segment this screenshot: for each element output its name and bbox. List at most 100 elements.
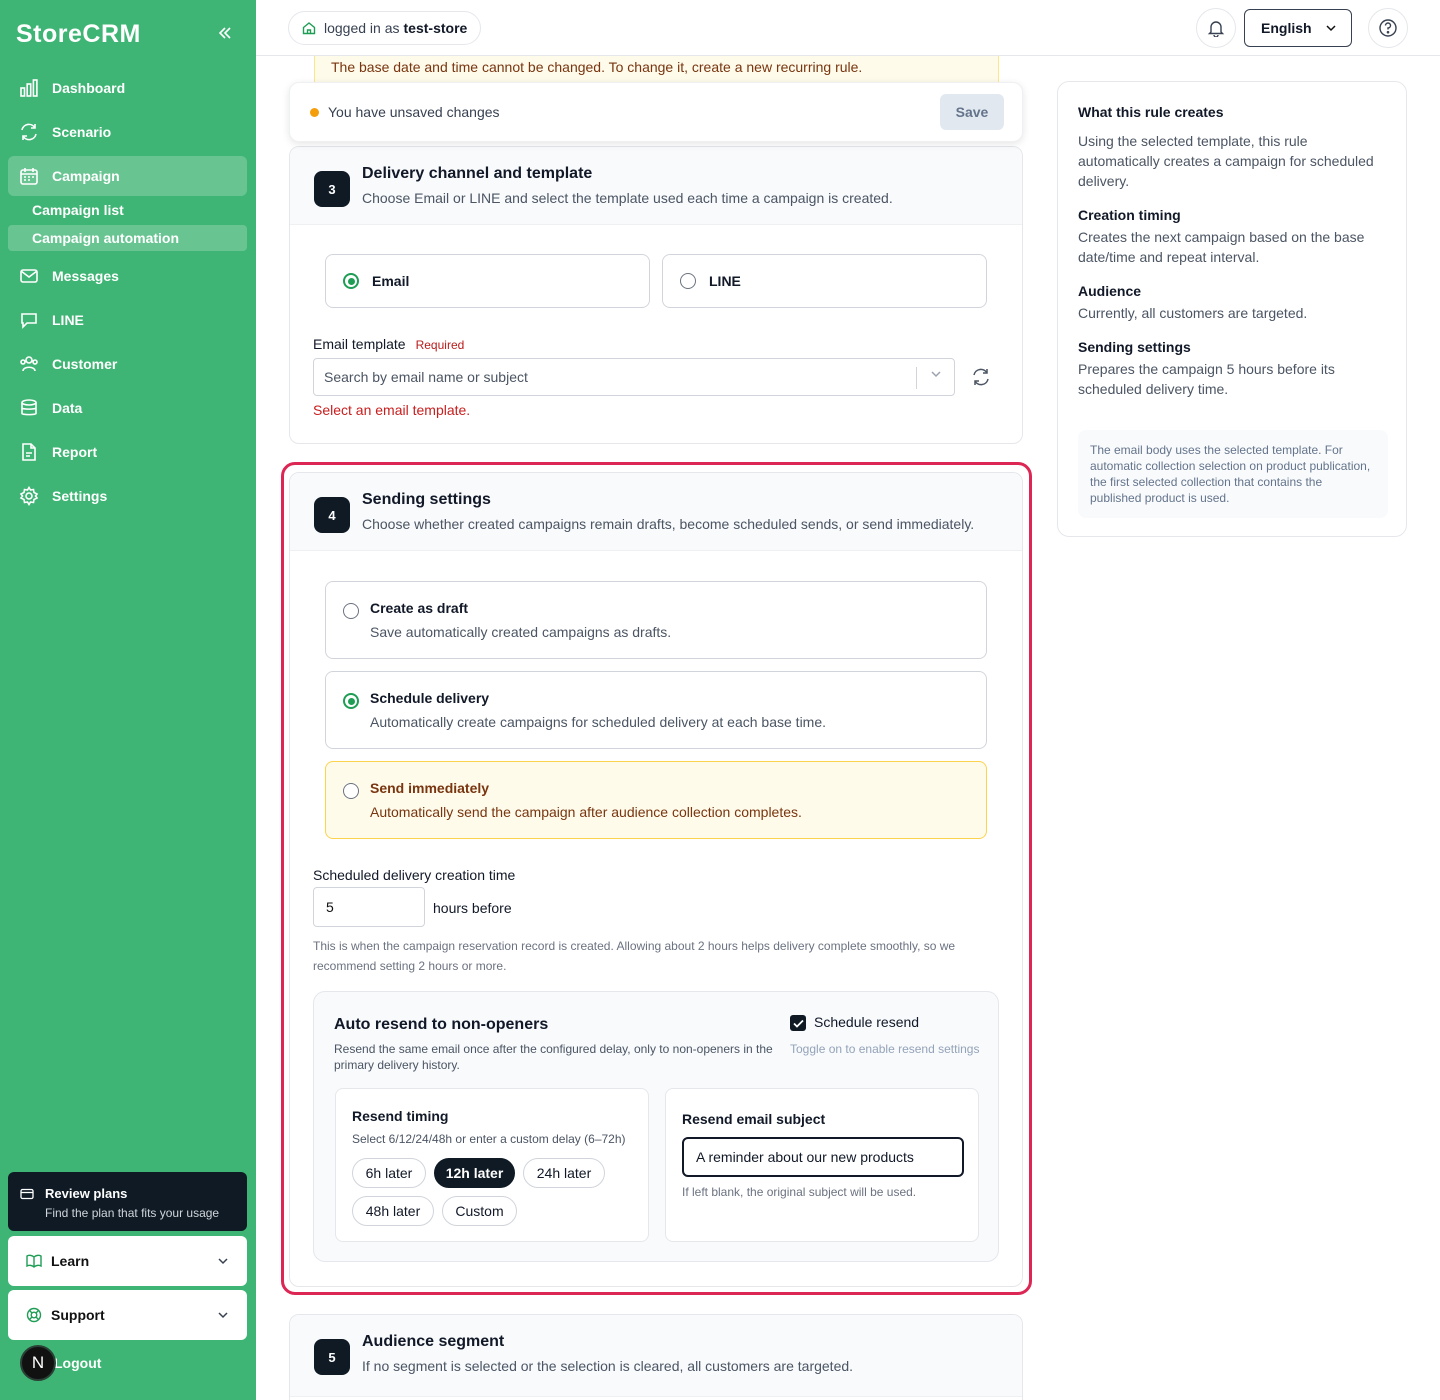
bell-icon: [1207, 21, 1225, 37]
notifications-button[interactable]: [1196, 8, 1236, 48]
help-button[interactable]: [1368, 8, 1408, 48]
resend-timing-desc: Select 6/12/24/48h or enter a custom del…: [352, 1132, 626, 1146]
rule-summary-panel: What this rule creates Using the selecte…: [1057, 81, 1407, 537]
resend-subject-hint: If left blank, the original subject will…: [682, 1185, 917, 1199]
summary-heading: Creation timing: [1078, 207, 1181, 223]
refresh-icon[interactable]: [970, 366, 992, 388]
channel-label: Email: [372, 273, 410, 289]
resend-title: Auto resend to non-openers: [334, 1016, 549, 1033]
resend-subject-card: Resend email subject A reminder about ou…: [665, 1088, 979, 1242]
nav-label: Campaign: [52, 168, 120, 184]
channel-option-email[interactable]: Email: [325, 254, 650, 308]
review-plans-card[interactable]: Review plans Find the plan that fits you…: [8, 1172, 247, 1231]
calendar-icon: [18, 165, 40, 187]
review-plans-subtitle: Find the plan that fits your usage: [45, 1206, 220, 1220]
collapse-sidebar-icon[interactable]: [216, 24, 234, 42]
radio-unselected[interactable]: [343, 783, 359, 799]
resend-desc: Resend the same email once after the con…: [334, 1042, 773, 1072]
creation-hint-line-2: recommend setting 2 hours or more.: [313, 959, 507, 973]
unsaved-changes-bar: You have unsaved changes Save: [289, 82, 1023, 142]
summary-text: Prepares the campaign 5 hours before its…: [1078, 361, 1335, 397]
nav-dashboard[interactable]: Dashboard: [8, 68, 247, 108]
option-title: Send immediately: [370, 780, 490, 796]
bar-chart-icon: [18, 77, 40, 99]
section-subtitle: Choose whether created campaigns remain …: [362, 516, 975, 532]
email-template-label: Email template Required: [313, 336, 464, 352]
nav-label: Dashboard: [52, 80, 126, 96]
gear-icon: [18, 485, 40, 507]
toggle-hint: Toggle on to enable resend settings: [790, 1042, 980, 1056]
subnav-campaign-automation[interactable]: Campaign automation: [8, 225, 247, 251]
base-date-warning: The base date and time cannot be changed…: [314, 56, 999, 84]
chevron-down-icon: [218, 1312, 228, 1319]
nav-messages[interactable]: Messages: [8, 256, 247, 296]
radio-selected[interactable]: [343, 693, 359, 709]
checkmark-icon: [792, 1019, 804, 1028]
nav-data[interactable]: Data: [8, 388, 247, 428]
option-title: Create as draft: [370, 600, 469, 616]
summary-title: What this rule creates: [1078, 104, 1224, 120]
resend-subject-input[interactable]: A reminder about our new products: [682, 1137, 964, 1177]
database-icon: [18, 397, 40, 419]
radio-selected[interactable]: [343, 273, 359, 289]
template-placeholder: Search by email name or subject: [324, 369, 528, 385]
resend-timing-title: Resend timing: [352, 1108, 449, 1124]
creation-time-input[interactable]: 5: [313, 887, 425, 927]
email-template-select[interactable]: Search by email name or subject: [313, 358, 955, 396]
nav-scenario[interactable]: Scenario: [8, 112, 247, 152]
credit-card-icon: [20, 1188, 34, 1199]
language-select[interactable]: English: [1244, 9, 1352, 47]
timing-option-24h[interactable]: 24h later: [523, 1158, 605, 1188]
select-divider: [916, 367, 917, 389]
mail-icon: [18, 265, 40, 287]
section-subtitle: If no segment is selected or the selecti…: [362, 1358, 854, 1374]
schedule-resend-label[interactable]: Schedule resend: [814, 1014, 919, 1030]
refresh-cycle-icon: [18, 121, 40, 143]
support-dropdown[interactable]: Support: [8, 1290, 247, 1340]
sidebar: StoreCRM Dashboard Scenario Campaign Cam…: [0, 0, 256, 1400]
section-header: 3 Delivery channel and template Choose E…: [290, 147, 1022, 225]
step-number: 3: [314, 171, 350, 207]
section-title: Audience segment: [362, 1333, 505, 1350]
schedule-resend-checkbox[interactable]: [790, 1015, 806, 1031]
nav-customer[interactable]: Customer: [8, 344, 247, 384]
chevron-down-icon: [931, 371, 941, 378]
creation-hint-line-1: This is when the campaign reservation re…: [313, 939, 956, 953]
subnav-campaign-list[interactable]: Campaign list: [8, 197, 247, 223]
login-user: test-store: [403, 20, 468, 36]
nav-campaign[interactable]: Campaign: [8, 156, 247, 196]
radio-unselected[interactable]: [680, 273, 696, 289]
unsaved-dot-icon: [310, 107, 319, 117]
step-number: 4: [314, 497, 350, 533]
nav-report[interactable]: Report: [8, 432, 247, 472]
channel-option-line[interactable]: LINE: [662, 254, 987, 308]
timing-option-12h[interactable]: 12h later: [434, 1158, 515, 1188]
users-icon: [18, 353, 40, 375]
book-icon: [26, 1254, 42, 1268]
top-bar: logged in as test-store English: [256, 0, 1440, 56]
nav-label: LINE: [52, 312, 84, 328]
lifebuoy-icon: [26, 1307, 42, 1323]
sending-option-immediate[interactable]: Send immediately Automatically send the …: [325, 761, 987, 839]
sending-option-draft[interactable]: Create as draft Save automatically creat…: [325, 581, 987, 659]
save-button[interactable]: Save: [940, 94, 1004, 130]
nav-settings[interactable]: Settings: [8, 476, 247, 516]
section-header: 4 Sending settings Choose whether create…: [290, 473, 1022, 551]
template-label-text: Email template: [313, 336, 406, 352]
radio-unselected[interactable]: [343, 603, 359, 619]
channel-label: LINE: [709, 273, 741, 289]
chevron-down-icon: [1326, 25, 1336, 32]
logout-link[interactable]: Logout: [54, 1355, 101, 1371]
nav-line[interactable]: LINE: [8, 300, 247, 340]
timing-option-48h[interactable]: 48h later: [352, 1196, 434, 1226]
avatar[interactable]: N: [20, 1345, 56, 1381]
sending-option-schedule[interactable]: Schedule delivery Automatically create c…: [325, 671, 987, 749]
creation-time-unit: hours before: [433, 900, 512, 916]
timing-option-custom[interactable]: Custom: [442, 1196, 517, 1226]
summary-heading: Audience: [1078, 283, 1142, 299]
summary-text: Creates the next campaign based on the b…: [1078, 229, 1365, 265]
auto-resend-panel: Auto resend to non-openers Resend the sa…: [313, 991, 999, 1262]
timing-option-6h[interactable]: 6h later: [352, 1158, 426, 1188]
language-value: English: [1261, 20, 1312, 36]
learn-dropdown[interactable]: Learn: [8, 1236, 247, 1286]
